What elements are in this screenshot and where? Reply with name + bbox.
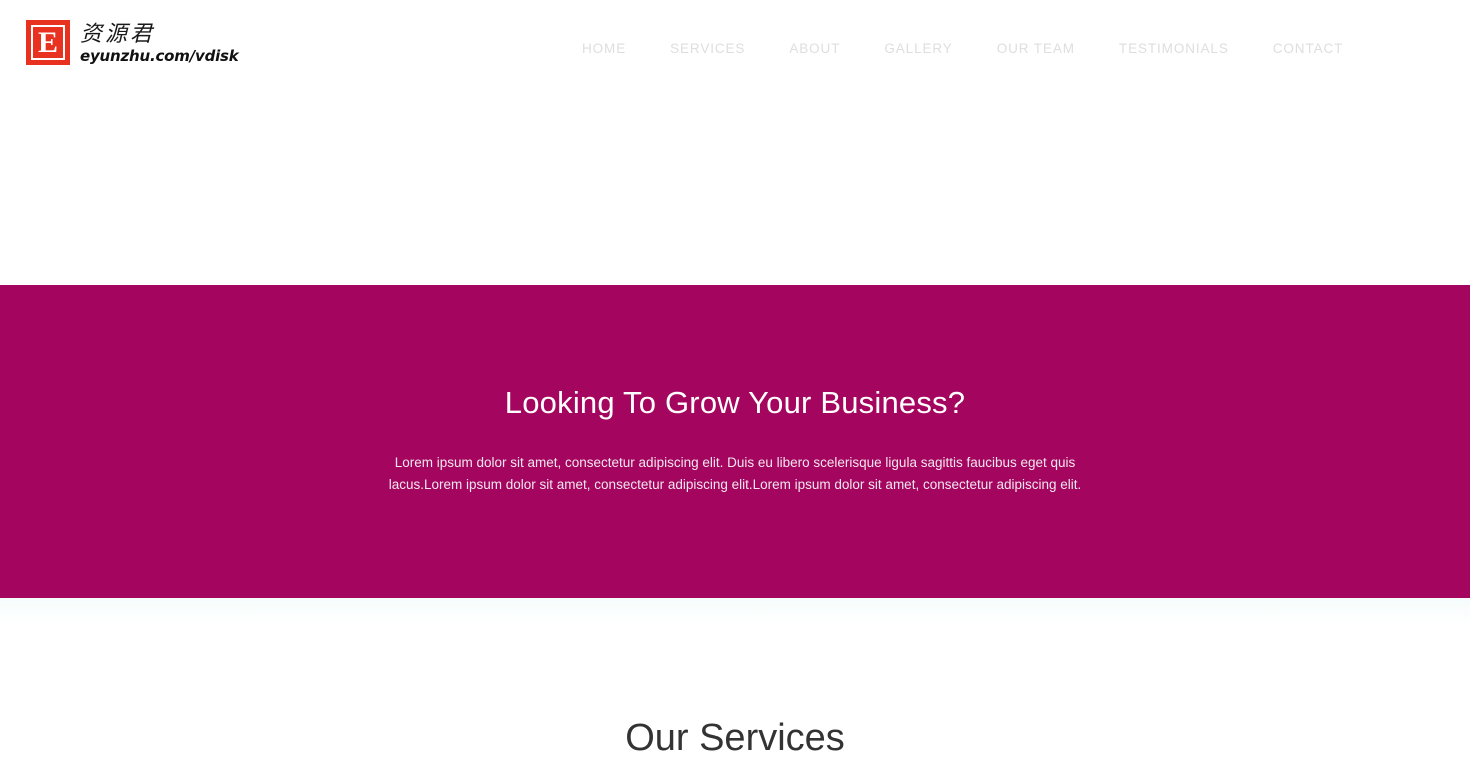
- section-top-tint: [0, 598, 1470, 624]
- services-subtitle: Lorem ipsum dolor sit amet, consectetur …: [325, 775, 1145, 780]
- brand-url: eyunzhu.com/vdisk: [80, 47, 239, 65]
- nav-item-gallery[interactable]: GALLERY: [862, 41, 974, 56]
- nav-item-about[interactable]: ABOUT: [767, 41, 862, 56]
- brand-text: 资源君 eyunzhu.com/vdisk: [80, 20, 239, 65]
- brand-logo[interactable]: E 资源君 eyunzhu.com/vdisk: [26, 20, 239, 65]
- nav-item-our-team[interactable]: OUR TEAM: [975, 41, 1097, 56]
- brand-mark-letter: E: [37, 25, 58, 59]
- brand-name-cn: 资源君: [80, 22, 156, 47]
- nav-item-home[interactable]: HOME: [560, 41, 648, 56]
- brand-mark-frame: E: [31, 25, 65, 60]
- nav-item-testimonials[interactable]: TESTIMONIALS: [1097, 41, 1251, 56]
- nav-item-services[interactable]: SERVICES: [648, 41, 767, 56]
- main-navigation: HOME SERVICES ABOUT GALLERY OUR TEAM TES…: [560, 41, 1365, 56]
- cta-title: Looking To Grow Your Business?: [504, 385, 966, 420]
- services-title: Our Services: [625, 717, 845, 759]
- nav-item-contact[interactable]: CONTACT: [1251, 41, 1366, 56]
- brand-mark-icon: E: [26, 20, 70, 65]
- services-section: Our Services Lorem ipsum dolor sit amet,…: [0, 598, 1470, 780]
- cta-description: Lorem ipsum dolor sit amet, consectetur …: [388, 455, 1082, 492]
- site-header: E 资源君 eyunzhu.com/vdisk HOME SERVICES AB…: [0, 0, 1470, 100]
- page-root: E 资源君 eyunzhu.com/vdisk HOME SERVICES AB…: [0, 0, 1470, 780]
- cta-banner: Looking To Grow Your Business? Lorem ips…: [0, 285, 1470, 598]
